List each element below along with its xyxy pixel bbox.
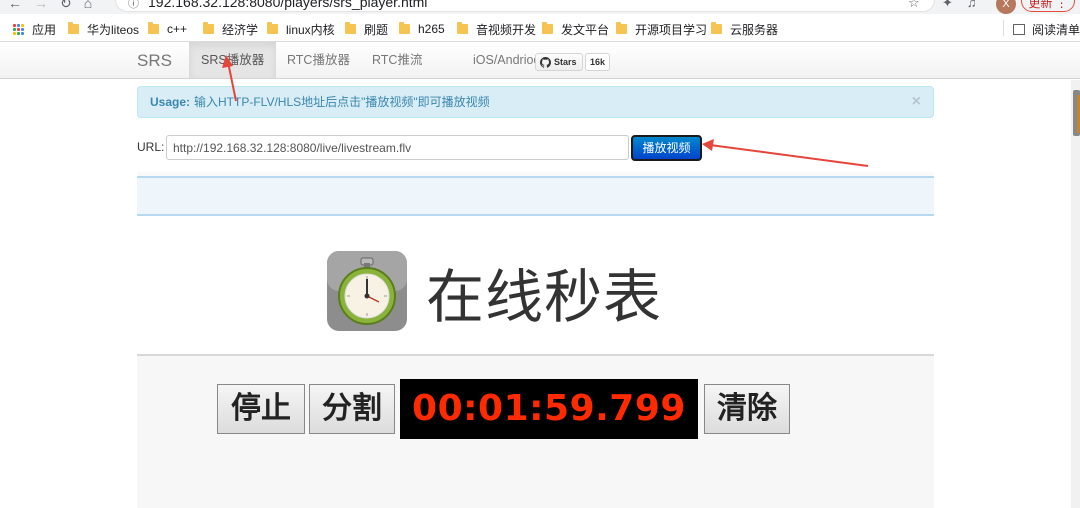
- bookmark-item[interactable]: 华为liteos: [68, 21, 139, 37]
- url-input[interactable]: [166, 135, 629, 160]
- reading-list[interactable]: 阅读清单: [1013, 21, 1080, 37]
- timer-display: 00:01:59.799: [400, 379, 698, 439]
- bookmark-label: 应用: [32, 22, 57, 37]
- stopwatch-title: 在线秒表: [426, 263, 663, 331]
- github-stars-count[interactable]: 16k: [585, 53, 611, 71]
- folder-icon: [711, 22, 722, 34]
- bookmark-label: 刷题: [364, 22, 389, 37]
- url-label: URL:: [137, 140, 165, 154]
- page-scrollbar[interactable]: [1071, 80, 1080, 508]
- bookmarks-bar: 应用 华为liteos c++ 经济学 linux内核 刷题 h265 音视频开…: [0, 14, 1080, 42]
- stopwatch-header: 在线秒表: [137, 216, 934, 356]
- bookmark-label: 华为liteos: [87, 22, 140, 37]
- usage-alert: Usage: 输入HTTP-FLV/HLS地址后点击"播放视频"即可播放视频 ×: [137, 86, 934, 118]
- alert-message: 输入HTTP-FLV/HLS地址后点击"播放视频"即可播放视频: [194, 95, 490, 109]
- media-icon[interactable]: ♫: [967, 0, 977, 11]
- folder-icon: [345, 22, 356, 34]
- update-button[interactable]: 更新 ⋮: [1021, 0, 1075, 12]
- bookmark-item[interactable]: linux内核: [267, 21, 335, 37]
- reading-list-label: 阅读清单: [1032, 22, 1080, 37]
- bookmark-item[interactable]: 发文平台: [542, 21, 609, 37]
- bookmark-item[interactable]: h265: [399, 21, 445, 37]
- bookmark-item[interactable]: c++: [148, 21, 187, 37]
- reading-list-icon: [1013, 23, 1025, 35]
- bookmark-label: linux内核: [286, 22, 335, 37]
- github-stars-button[interactable]: Stars: [535, 53, 583, 71]
- annotation-arrow-play: [702, 139, 869, 167]
- split-button[interactable]: 分割: [309, 384, 395, 434]
- github-stars-label: Stars: [554, 57, 577, 67]
- folder-icon: [68, 22, 79, 34]
- app-navbar: SRS SRS播放器 RTC播放器 RTC推流 iOS/Andriod Star…: [0, 42, 1080, 79]
- bookmark-apps[interactable]: 应用: [13, 21, 56, 37]
- update-label: 更新: [1028, 0, 1053, 10]
- close-icon[interactable]: ×: [912, 87, 921, 117]
- bookmark-item[interactable]: 开源项目学习: [616, 21, 707, 37]
- home-icon[interactable]: ⌂: [84, 0, 92, 12]
- player-top-band: [137, 176, 934, 216]
- folder-icon: [457, 22, 468, 34]
- extensions-icon[interactable]: ✦: [942, 0, 953, 11]
- reload-icon[interactable]: ↻: [60, 0, 72, 12]
- back-icon[interactable]: ←: [8, 0, 22, 12]
- browser-nav: ← → ↻ ⌂: [8, 0, 92, 12]
- folder-icon: [148, 22, 159, 34]
- star-icon[interactable]: ☆: [908, 0, 920, 11]
- nav-rtc-player[interactable]: RTC播放器: [275, 42, 362, 78]
- alert-title: Usage:: [150, 95, 191, 109]
- address-bar-url[interactable]: 192.168.32.128:8080/players/srs_player.h…: [148, 0, 427, 10]
- bookmark-label: 音视频开发: [476, 22, 537, 37]
- stop-button[interactable]: 停止: [217, 384, 305, 434]
- play-video-button[interactable]: 播放视频: [631, 135, 702, 161]
- bookmark-label: 云服务器: [730, 22, 779, 37]
- nav-rtc-publish[interactable]: RTC推流: [360, 42, 434, 78]
- video-player[interactable]: 在线秒表 停止 分割 00:01:59.799 清除: [137, 172, 934, 508]
- clear-button[interactable]: 清除: [704, 384, 790, 434]
- bookmark-label: h265: [418, 22, 445, 36]
- nav-srs-player[interactable]: SRS播放器: [189, 42, 277, 78]
- extension-icons: ✦ ♫: [942, 0, 977, 11]
- bookmark-item[interactable]: 云服务器: [711, 21, 778, 37]
- bookmark-item[interactable]: 经济学: [203, 21, 258, 37]
- apps-icon: [13, 23, 24, 35]
- bookmark-item[interactable]: 刷题: [345, 21, 388, 37]
- brand[interactable]: SRS: [137, 51, 172, 71]
- stopwatch-icon: [327, 251, 407, 331]
- github-icon: [540, 56, 551, 68]
- forward-icon[interactable]: →: [34, 0, 48, 12]
- folder-icon: [267, 22, 278, 34]
- bookmark-item[interactable]: 音视频开发: [457, 21, 536, 37]
- folder-icon: [616, 22, 627, 34]
- folder-icon: [203, 22, 214, 34]
- bookmark-label: 发文平台: [561, 22, 610, 37]
- bookmark-label: 经济学: [222, 22, 259, 37]
- bookmark-label: 开源项目学习: [635, 22, 708, 37]
- video-frame: 在线秒表 停止 分割 00:01:59.799 清除: [137, 216, 934, 508]
- folder-icon: [399, 22, 410, 34]
- bookmark-label: c++: [167, 22, 188, 36]
- folder-icon: [542, 22, 553, 34]
- bookmark-separator: [1003, 20, 1004, 36]
- menu-icon: ⋮: [1055, 0, 1068, 10]
- info-icon[interactable]: ⓘ: [128, 0, 139, 11]
